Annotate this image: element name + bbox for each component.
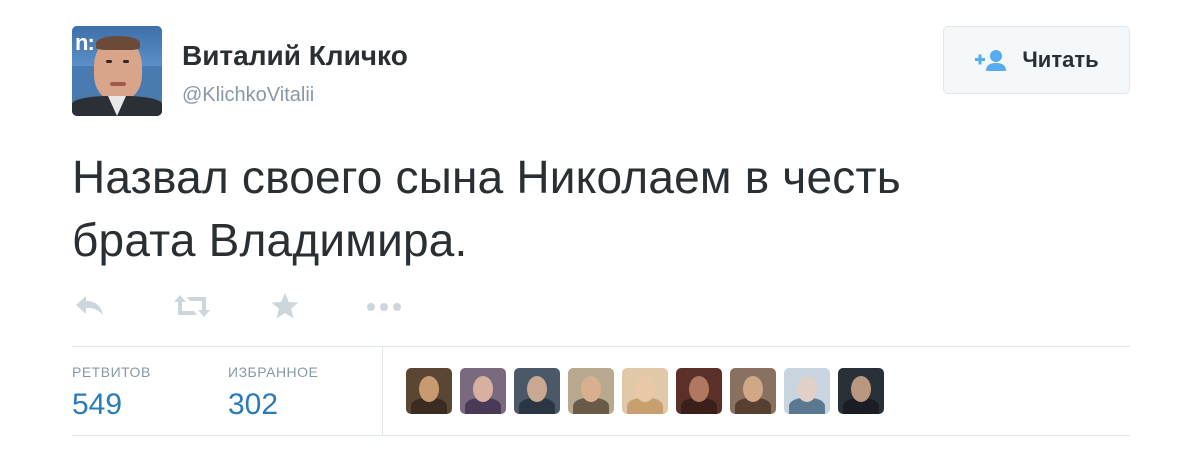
stats-divider-vertical <box>382 346 383 436</box>
favorites-count: 302 <box>228 388 279 421</box>
favoriter-avatar-face <box>473 376 493 402</box>
more-dots-icon <box>366 299 402 317</box>
follow-button[interactable]: Читать <box>943 26 1130 94</box>
favoriter-avatar[interactable] <box>460 368 506 414</box>
favoriter-avatar-face <box>635 376 655 402</box>
tweet-actions <box>72 290 466 326</box>
favoriter-avatar[interactable] <box>784 368 830 414</box>
favoriter-avatar[interactable] <box>514 368 560 414</box>
retweets-count: 549 <box>72 388 123 421</box>
stats-divider-bottom <box>72 435 1130 436</box>
tweet-text-line: брата Владимира. <box>72 214 468 266</box>
retweet-button[interactable] <box>172 290 270 326</box>
author-display-name[interactable]: Виталий Кличко <box>182 40 408 72</box>
avatar-mouth <box>110 82 126 86</box>
favoriter-avatar[interactable] <box>730 368 776 414</box>
favoriter-avatar[interactable] <box>622 368 668 414</box>
avatar-eye <box>106 60 112 63</box>
favoriter-avatar[interactable] <box>406 368 452 414</box>
favoriter-avatar-face <box>581 376 601 402</box>
favoriter-avatar-face <box>419 376 439 402</box>
reply-icon <box>72 293 106 324</box>
favorites-label: ИЗБРАННОЕ <box>228 364 319 380</box>
author-avatar[interactable]: n: <box>72 26 162 116</box>
favoriter-avatar[interactable] <box>676 368 722 414</box>
more-button[interactable] <box>366 290 466 326</box>
tweet-text-line: Назвал своего сына Николаем в честь <box>72 151 901 203</box>
favoriter-avatar-face <box>743 376 763 402</box>
favoriter-avatar-face <box>851 376 871 402</box>
tweet-text: Назвал своего сына Николаем в честь брат… <box>72 146 1112 272</box>
favorites-stat[interactable]: ИЗБРАННОЕ 302 <box>228 364 318 422</box>
avatar-sign-text: n: <box>75 30 95 55</box>
favorite-button[interactable] <box>270 290 366 326</box>
favoriter-avatar-face <box>527 376 547 402</box>
favorited-by-list <box>406 368 884 414</box>
reply-button[interactable] <box>72 290 172 326</box>
favoriter-avatar[interactable] <box>568 368 614 414</box>
retweets-stat[interactable]: РЕТВИТОВ 549 <box>72 364 151 422</box>
follow-person-plus-icon <box>974 48 1010 72</box>
stats-divider-top <box>72 346 1130 347</box>
favoriter-avatar[interactable] <box>838 368 884 414</box>
favoriter-avatar-face <box>689 376 709 402</box>
retweet-icon <box>172 293 212 324</box>
retweets-label: РЕТВИТОВ <box>72 364 151 380</box>
avatar-hair <box>96 36 140 50</box>
follow-button-label: Читать <box>1022 47 1099 72</box>
favoriter-avatar-face <box>797 376 817 402</box>
author-handle[interactable]: @KlichkoVitalii <box>182 84 314 107</box>
avatar-eye <box>123 60 129 63</box>
star-icon <box>270 292 300 325</box>
